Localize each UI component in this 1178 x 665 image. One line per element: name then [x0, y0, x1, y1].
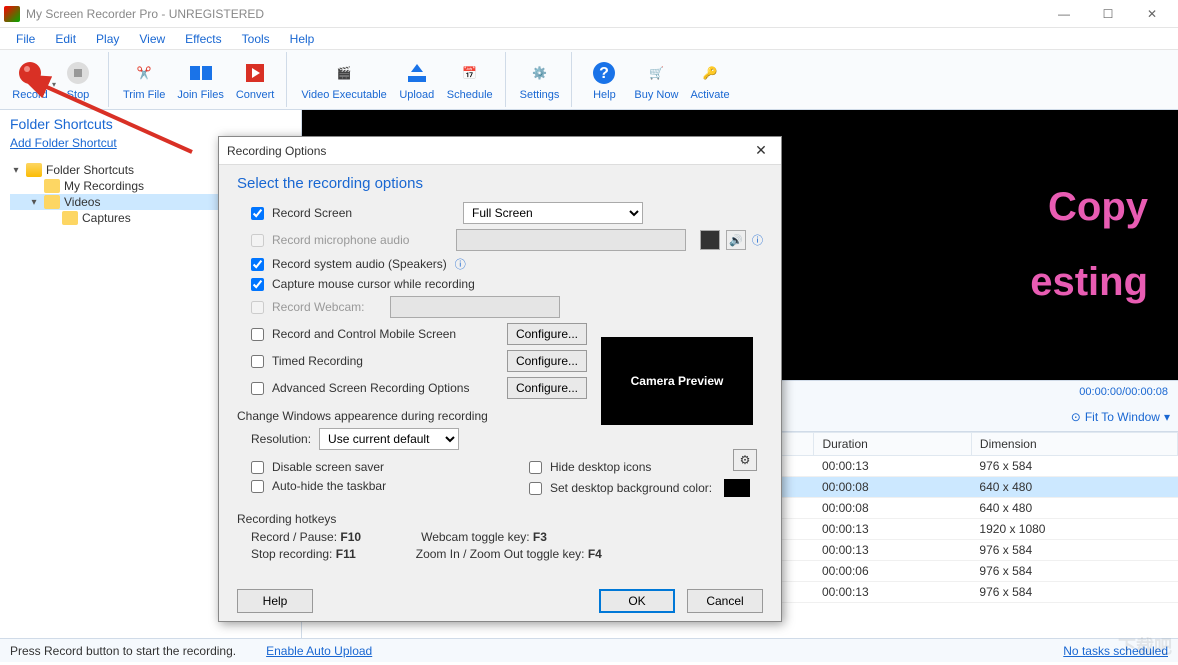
col-dimension[interactable]: Dimension	[971, 433, 1177, 456]
preview-text-2: esting	[1030, 260, 1148, 305]
record-pause-hotkey: F10	[340, 530, 361, 544]
mic-level-icon	[700, 230, 720, 250]
disable-screensaver-checkbox[interactable]	[251, 461, 264, 474]
convert-button[interactable]: Convert	[230, 52, 281, 108]
watermark: 下载吧	[1118, 633, 1172, 659]
hide-desktop-icons-checkbox[interactable]	[529, 461, 542, 474]
time-current: 00:00:00	[1079, 386, 1122, 398]
enable-auto-upload-link[interactable]: Enable Auto Upload	[266, 644, 372, 658]
trim-button[interactable]: ✂️Trim File	[117, 52, 171, 108]
speaker-icon[interactable]: 🔊	[726, 230, 746, 250]
recording-options-dialog: Recording Options ✕ Select the recording…	[218, 136, 782, 622]
record-button[interactable]: Record ▾	[6, 52, 54, 108]
menu-view[interactable]: View	[129, 30, 175, 48]
stop-icon	[64, 59, 92, 87]
record-system-audio-checkbox[interactable]	[251, 258, 264, 271]
status-bar: Press Record button to start the recordi…	[0, 638, 1178, 662]
convert-icon	[241, 59, 269, 87]
upload-button[interactable]: Upload	[393, 52, 441, 108]
maximize-button[interactable]: ☐	[1086, 0, 1130, 28]
menu-edit[interactable]: Edit	[45, 30, 86, 48]
window-titlebar: My Screen Recorder Pro - UNREGISTERED — …	[0, 0, 1178, 28]
advanced-options-checkbox[interactable]	[251, 382, 264, 395]
record-screen-checkbox[interactable]	[251, 207, 264, 220]
resolution-select[interactable]: Use current default	[319, 428, 459, 450]
buy-button[interactable]: 🛒Buy Now	[628, 52, 684, 108]
folder-icon	[44, 179, 60, 193]
help-icon: ?	[590, 59, 618, 87]
record-icon	[16, 59, 44, 87]
info-icon[interactable]: ⓘ	[455, 256, 466, 272]
folder-icon	[26, 163, 42, 177]
menu-help[interactable]: Help	[280, 30, 325, 48]
info-icon[interactable]: ⓘ	[752, 232, 763, 248]
folder-icon	[44, 195, 60, 209]
camera-preview: Camera Preview	[601, 337, 753, 425]
scissors-icon: ✂️	[130, 59, 158, 87]
fit-window-dropdown[interactable]: ⊙Fit To Window▾	[1071, 410, 1170, 424]
help-button[interactable]: ?Help	[580, 52, 628, 108]
close-button[interactable]: ✕	[1130, 0, 1174, 28]
record-mic-checkbox	[251, 234, 264, 247]
preview-text-1: Copy	[1048, 185, 1148, 230]
calendar-icon: 📅	[456, 59, 484, 87]
join-button[interactable]: Join Files	[171, 52, 229, 108]
chevron-down-icon: ▾	[1164, 410, 1170, 424]
hotkeys-group-label: Recording hotkeys	[237, 512, 763, 526]
menu-bar: File Edit Play View Effects Tools Help	[0, 28, 1178, 50]
sidebar-title: Folder Shortcuts	[10, 116, 291, 132]
film-icon: 🎬	[330, 59, 358, 87]
hotkey-settings-button[interactable]: ⚙	[733, 449, 757, 471]
time-total: 00:00:08	[1125, 386, 1168, 398]
webcam-select	[390, 296, 560, 318]
menu-tools[interactable]: Tools	[232, 30, 280, 48]
configure-advanced-button[interactable]: Configure...	[507, 377, 587, 399]
dialog-ok-button[interactable]: OK	[599, 589, 675, 613]
auto-hide-taskbar-checkbox[interactable]	[251, 480, 264, 493]
stop-hotkey: F11	[336, 547, 356, 561]
menu-file[interactable]: File	[6, 30, 45, 48]
svg-text:?: ?	[600, 65, 610, 82]
add-folder-shortcut-link[interactable]: Add Folder Shortcut	[10, 136, 117, 150]
toolbar: Record ▾ Stop ✂️Trim File Join Files Con…	[0, 50, 1178, 110]
window-title: My Screen Recorder Pro - UNREGISTERED	[26, 7, 1042, 21]
status-message: Press Record button to start the recordi…	[10, 644, 236, 658]
stop-button[interactable]: Stop	[54, 52, 102, 108]
settings-button[interactable]: ⚙️Settings	[514, 52, 566, 108]
capture-cursor-checkbox[interactable]	[251, 278, 264, 291]
collapse-icon[interactable]: ▾	[28, 197, 40, 208]
dialog-close-button[interactable]: ✕	[749, 142, 773, 159]
menu-effects[interactable]: Effects	[175, 30, 231, 48]
upload-icon	[403, 59, 431, 87]
key-icon: 🔑	[696, 59, 724, 87]
mic-select	[456, 229, 686, 251]
record-mobile-checkbox[interactable]	[251, 328, 264, 341]
cart-icon: 🛒	[642, 59, 670, 87]
folder-icon	[62, 211, 78, 225]
configure-timed-button[interactable]: Configure...	[507, 350, 587, 372]
webcam-toggle-hotkey: F3	[533, 530, 547, 544]
set-bg-color-checkbox[interactable]	[529, 482, 542, 495]
dialog-title: Recording Options	[227, 144, 749, 158]
configure-mobile-button[interactable]: Configure...	[507, 323, 587, 345]
bg-color-swatch[interactable]	[724, 479, 750, 497]
activate-button[interactable]: 🔑Activate	[684, 52, 735, 108]
timed-recording-checkbox[interactable]	[251, 355, 264, 368]
dialog-section-title: Select the recording options	[237, 175, 763, 192]
record-webcam-checkbox	[251, 301, 264, 314]
menu-play[interactable]: Play	[86, 30, 129, 48]
col-duration[interactable]: Duration	[814, 433, 971, 456]
collapse-icon[interactable]: ▾	[10, 165, 22, 176]
minimize-button[interactable]: —	[1042, 0, 1086, 28]
gear-icon: ⚙️	[526, 59, 554, 87]
dialog-help-button[interactable]: Help	[237, 589, 313, 613]
join-icon	[187, 59, 215, 87]
schedule-button[interactable]: 📅Schedule	[441, 52, 499, 108]
dialog-cancel-button[interactable]: Cancel	[687, 589, 763, 613]
video-exe-button[interactable]: 🎬Video Executable	[295, 52, 392, 108]
screen-mode-select[interactable]: Full Screen	[463, 202, 643, 224]
zoom-hotkey: F4	[588, 547, 602, 561]
app-icon	[4, 6, 20, 22]
